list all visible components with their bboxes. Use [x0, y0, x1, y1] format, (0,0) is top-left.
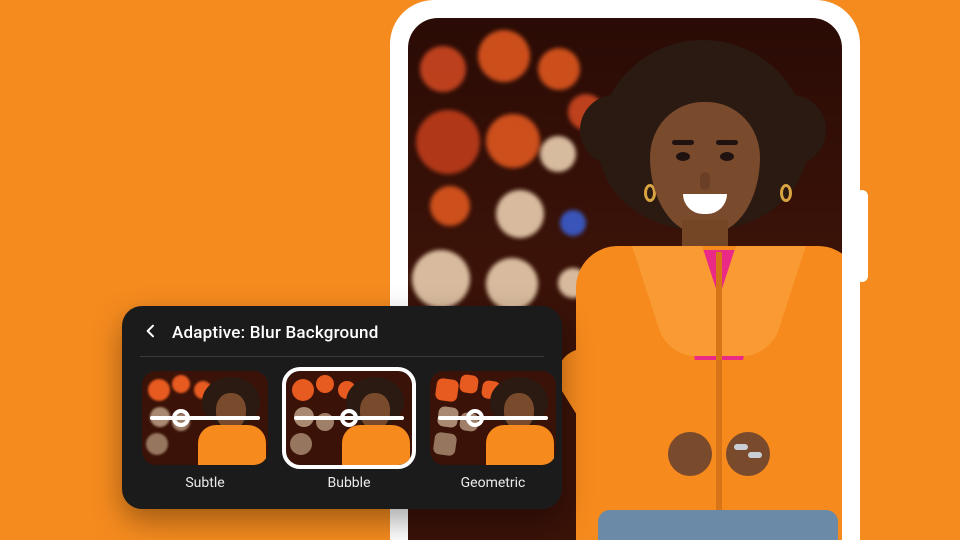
back-button[interactable]	[140, 322, 162, 344]
panel-title: Adaptive: Blur Background	[172, 323, 379, 343]
blur-background-panel: Adaptive: Blur Background Subtle	[122, 306, 562, 509]
phone-side-button	[856, 190, 868, 282]
preset-bubble-label: Bubble	[286, 475, 412, 491]
photo-subject-person	[558, 40, 842, 540]
preset-subtle-thumb	[142, 371, 268, 465]
chevron-left-icon	[143, 323, 159, 343]
promo-stage: Adaptive: Blur Background Subtle	[0, 0, 960, 540]
preset-geometric-thumb	[430, 371, 556, 465]
preset-bubble-thumb	[286, 371, 412, 465]
preset-subtle-label: Subtle	[142, 475, 268, 491]
panel-header: Adaptive: Blur Background	[140, 322, 544, 357]
preset-bubble[interactable]: Bubble	[286, 371, 412, 491]
preset-list: Subtle Bubble	[140, 371, 544, 491]
preset-geometric[interactable]: Geometric	[430, 371, 556, 491]
preset-geometric-label: Geometric	[430, 475, 556, 491]
preset-subtle[interactable]: Subtle	[142, 371, 268, 491]
